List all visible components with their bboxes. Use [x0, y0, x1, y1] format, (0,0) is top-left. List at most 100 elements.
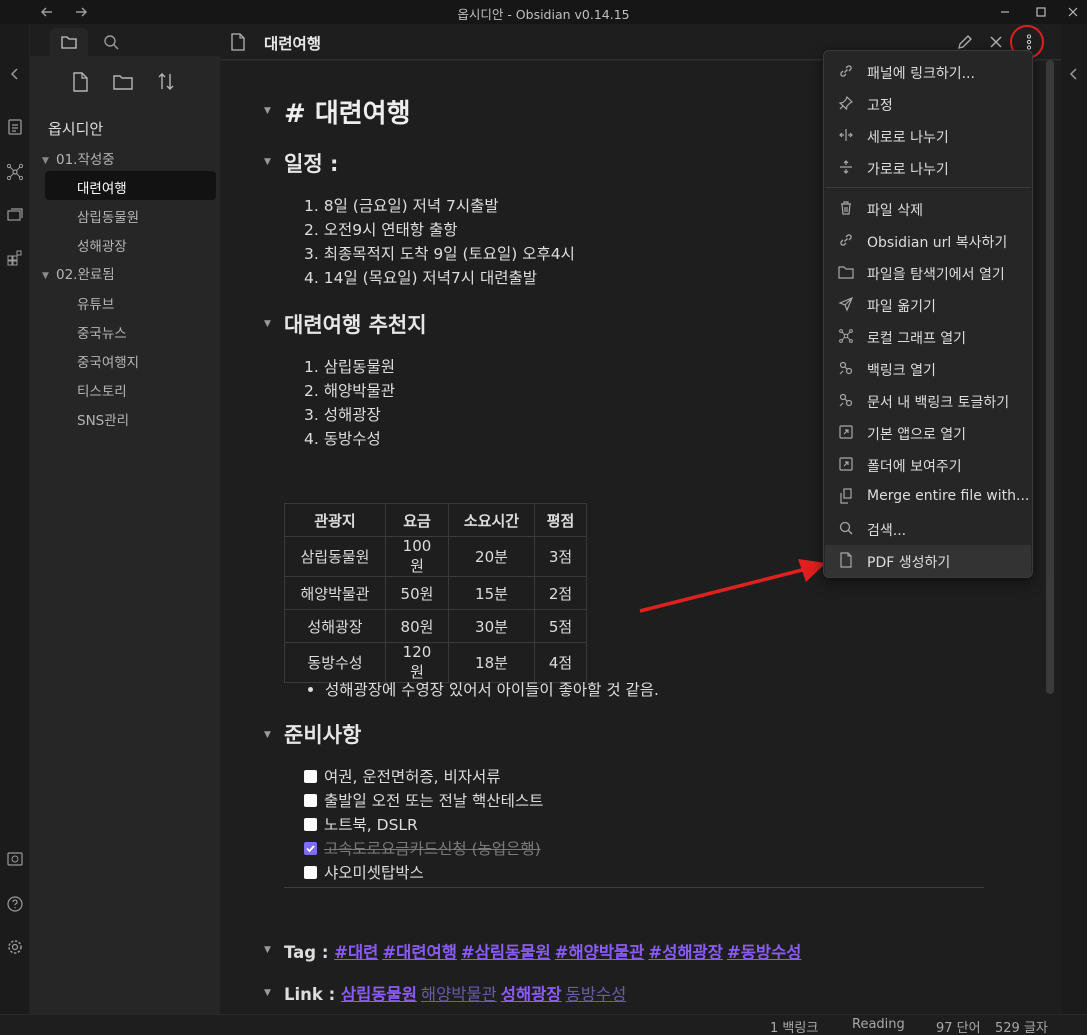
fold-caret-icon[interactable]: ▼: [264, 157, 271, 167]
link-icon: [840, 234, 852, 246]
tag-link[interactable]: #동방수성: [727, 943, 802, 962]
menu-item-export-pdf[interactable]: PDF 생성하기: [825, 545, 1031, 577]
table-cell: 5점: [534, 609, 587, 643]
blocks-icon[interactable]: [6, 249, 24, 267]
sort-order-icon[interactable]: [156, 71, 176, 93]
quick-switcher-icon[interactable]: [6, 118, 24, 136]
window-title: 옵시디안 - Obsidian v0.14.15: [457, 7, 630, 22]
internal-link-unresolved[interactable]: 동방수성: [566, 985, 627, 1004]
tag-link[interactable]: #대련: [334, 943, 378, 962]
view-header-title[interactable]: 대련여행: [264, 32, 321, 54]
folder-icon: [838, 266, 854, 279]
menu-item-pin[interactable]: 고정: [825, 88, 1031, 120]
menu-item-search[interactable]: 검색...: [825, 513, 1031, 545]
fold-caret-icon[interactable]: ▼: [264, 106, 271, 116]
folder-item-writing[interactable]: ▼ 01.작성중: [42, 148, 115, 168]
menu-item-copy-url[interactable]: Obsidian url 복사하기: [825, 225, 1031, 257]
table-cell: 20분: [448, 536, 535, 577]
file-item-youtube[interactable]: 유튜브: [45, 287, 216, 316]
folder-item-done[interactable]: ▼ 02.완료됨: [42, 263, 115, 283]
backlink-icon: [839, 361, 853, 375]
task-item: 샤오미셋탑박스: [304, 861, 424, 883]
tag-label: Tag :: [284, 943, 329, 962]
file-item-china-news[interactable]: 중국뉴스: [45, 316, 216, 345]
vault-switcher-icon[interactable]: [6, 850, 24, 868]
graph-view-icon[interactable]: [6, 163, 24, 181]
menu-item-local-graph[interactable]: 로컬 그래프 열기: [825, 321, 1031, 353]
collapse-sidebar-icon[interactable]: [6, 65, 24, 83]
table-row: 삼립동물원 100원 20분 3점: [284, 536, 587, 577]
link-line: Link : 삼립동물원 해양박물관 성해광장 동방수성: [284, 981, 630, 1005]
expand-right-sidebar-icon[interactable]: [1065, 65, 1083, 83]
fold-caret-icon[interactable]: ▼: [264, 945, 271, 955]
fold-caret-icon[interactable]: ▼: [264, 730, 271, 740]
status-word-count: 97 단어: [936, 1021, 981, 1035]
tab-files[interactable]: [50, 28, 88, 56]
file-item-tistory[interactable]: 티스토리: [45, 374, 216, 403]
task-checkbox-checked[interactable]: [304, 842, 317, 855]
more-options-menu: 패널에 링크하기... 고정 세로로 나누기 가로로 나누기 파일 삭제 Obs…: [823, 50, 1033, 578]
slides-icon[interactable]: [6, 206, 24, 224]
tag-link[interactable]: #성해광장: [648, 943, 723, 962]
table-cell: 30분: [448, 609, 535, 643]
fold-caret-icon[interactable]: ▼: [264, 319, 271, 329]
internal-link[interactable]: 삼립동물원: [341, 985, 417, 1004]
close-tab-icon[interactable]: [987, 33, 1005, 51]
table-cell: 4점: [534, 642, 587, 683]
menu-item-link-to-pane[interactable]: 패널에 링크하기...: [825, 56, 1031, 88]
menu-item-toggle-backlinks[interactable]: 문서 내 백링크 토글하기: [825, 385, 1031, 417]
file-item-sns[interactable]: SNS관리: [45, 403, 216, 432]
table-header-cell: 관광지: [284, 503, 386, 537]
split-vertical-icon: [839, 129, 853, 141]
status-bar: 1 백링크 Reading 97 단어 529 글자: [0, 1014, 1087, 1035]
menu-item-open-backlinks[interactable]: 백링크 열기: [825, 353, 1031, 385]
menu-item-open-default-app[interactable]: 기본 앱으로 열기: [825, 417, 1031, 449]
vault-name: 옵시디안: [48, 120, 104, 138]
menu-item-show-in-folder[interactable]: 폴더에 보여주기: [825, 449, 1031, 481]
list-item: 4. 14일 (목요일) 저녁7시 대련출발: [304, 269, 538, 287]
new-note-icon[interactable]: [70, 71, 90, 93]
menu-item-open-in-explorer[interactable]: 파일을 탐색기에서 열기: [825, 257, 1031, 289]
status-backlinks[interactable]: 1 백링크: [770, 1017, 818, 1035]
file-item-china-travel[interactable]: 중국여행지: [45, 345, 216, 374]
search-icon: [839, 521, 853, 535]
task-checkbox[interactable]: [304, 770, 317, 783]
menu-item-merge-file[interactable]: Merge entire file with...: [825, 481, 1031, 513]
menu-item-split-vertical[interactable]: 세로로 나누기: [825, 120, 1031, 152]
table-cell: 성해광장: [284, 609, 386, 643]
fold-caret-icon[interactable]: ▼: [264, 988, 271, 998]
minimize-icon[interactable]: [996, 3, 1014, 21]
tag-link[interactable]: #해양박물관: [555, 943, 645, 962]
new-folder-icon[interactable]: [113, 71, 133, 93]
table-header-cell: 요금: [385, 503, 449, 537]
status-mode[interactable]: Reading: [852, 1017, 905, 1032]
table-header-cell: 평점: [534, 503, 587, 537]
graph-icon: [839, 329, 853, 343]
file-item-dalian-trip[interactable]: 대련여행: [45, 171, 216, 200]
internal-link-unresolved[interactable]: 해양박물관: [421, 985, 497, 1004]
task-checkbox[interactable]: [304, 794, 317, 807]
file-explorer-sidebar: 옵시디안 ▼ 01.작성중 대련여행 삼립동물원 성해광장 ▼ 02.완료됨 유튜브…: [30, 24, 220, 1014]
internal-link[interactable]: 성해광장: [501, 985, 562, 1004]
task-checkbox[interactable]: [304, 866, 317, 879]
file-item-seonghae-square[interactable]: 성해광장: [45, 229, 216, 258]
menu-item-move-file[interactable]: 파일 옮기기: [825, 289, 1031, 321]
edit-pencil-icon[interactable]: [956, 33, 974, 51]
file-item-samlip-zoo[interactable]: 삼립동물원: [45, 200, 216, 229]
editor-scrollbar[interactable]: [1046, 60, 1054, 694]
task-checkbox[interactable]: [304, 818, 317, 831]
tab-search[interactable]: [92, 28, 130, 56]
menu-item-delete-file[interactable]: 파일 삭제: [825, 193, 1031, 225]
settings-gear-icon[interactable]: [6, 938, 24, 956]
tag-link[interactable]: #삼림동물원: [461, 943, 551, 962]
close-window-icon[interactable]: [1064, 3, 1082, 21]
list-item: 2. 오전9시 연태항 출항: [304, 221, 458, 239]
table-cell: 50원: [385, 576, 449, 610]
tag-link[interactable]: #대련여행: [382, 943, 457, 962]
table-cell: 3점: [534, 536, 587, 577]
help-icon[interactable]: [6, 895, 24, 913]
pin-icon: [838, 95, 854, 111]
menu-item-split-horizontal[interactable]: 가로로 나누기: [825, 152, 1031, 184]
link-label: Link :: [284, 985, 336, 1004]
maximize-icon[interactable]: [1032, 3, 1050, 21]
